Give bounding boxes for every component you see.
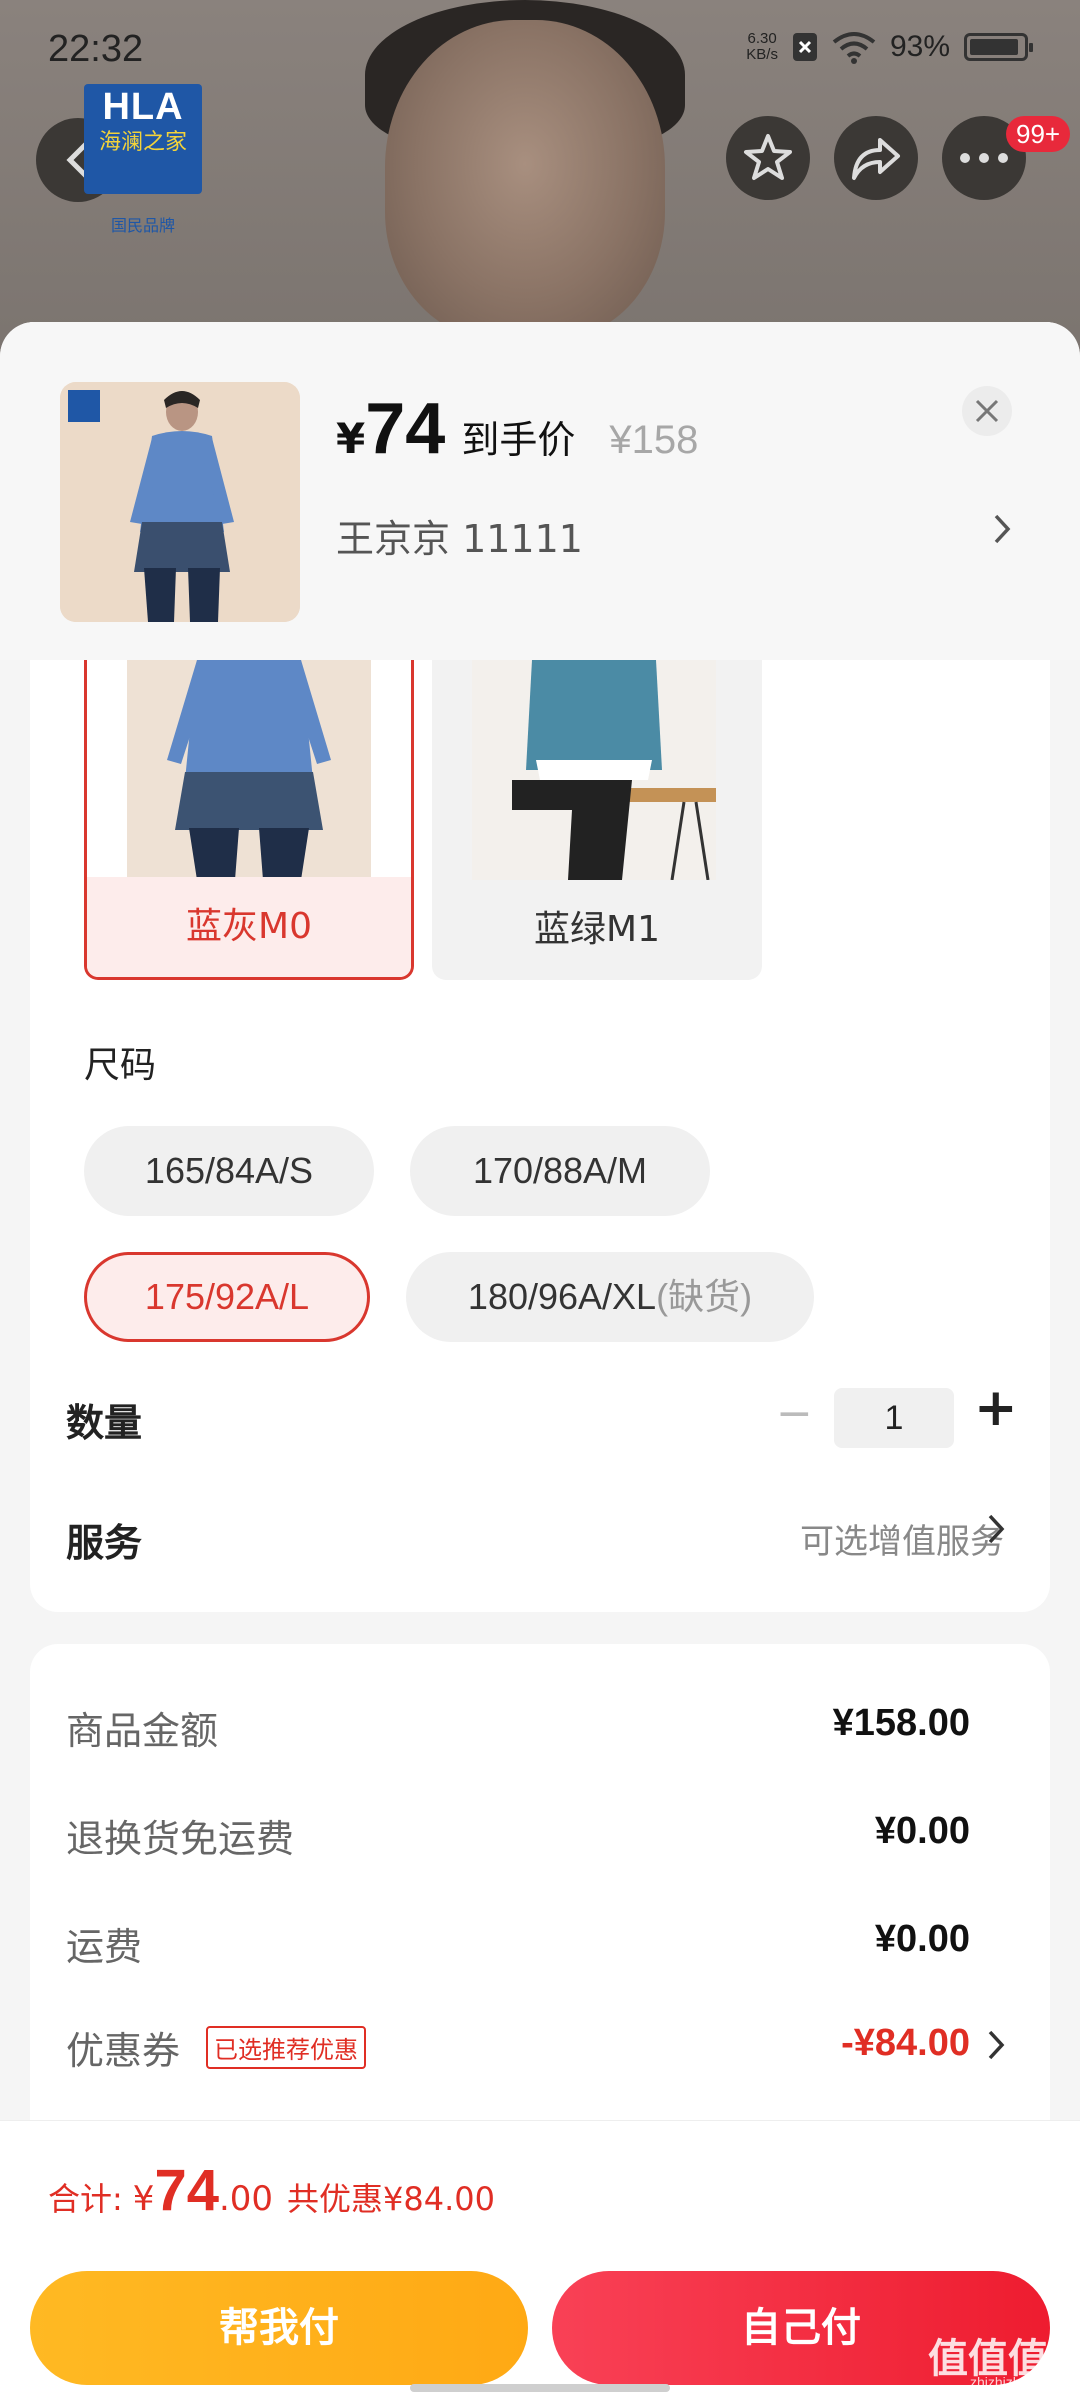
coupon-tag: 已选推荐优惠 [206,2026,366,2069]
service-label: 服务 [66,1521,143,1565]
status-time: 22:32 [48,28,144,70]
close-button[interactable] [962,386,1012,436]
price-row: ¥ 74 到手价 ¥158 [336,388,698,470]
model-figure-icon [60,382,300,622]
battery-fill [970,39,1018,55]
return-shipping-value: ¥0.00 [874,1810,970,1852]
battery-percent: 93% [889,30,950,63]
quantity-plus-button[interactable]: + [974,1378,1018,1438]
checkout-footer: 合计: ¥ 74 .00 共优惠¥84.00 帮我付 自己付 [0,2120,1080,2401]
brand-logo-subtitle: 国民品牌 [110,216,175,235]
favorite-button[interactable] [726,116,810,200]
total-saving: 共优惠¥84.00 [287,2180,496,2218]
color-option-image [127,660,371,880]
price-currency: ¥ [336,414,366,463]
return-shipping-label: 退换货免运费 [66,1817,295,1861]
price-value: 74 [365,389,446,469]
share-button[interactable] [834,116,918,200]
address-text[interactable]: 王京京 11111 [336,508,583,563]
wifi-icon [832,32,876,64]
help-pay-button[interactable]: 帮我付 [30,2271,528,2385]
out-of-stock-note: (缺货) [656,1276,753,1317]
goods-amount-label: 商品金额 [66,1709,219,1753]
network-speed: 6.30 KB/s [746,30,778,63]
shipping-value: ¥0.00 [874,1918,970,1960]
size-option-xl[interactable]: 180/96A/XL(缺货) [406,1252,814,1342]
sheet-header: ¥ 74 到手价 ¥158 王京京 11111 [0,322,1080,660]
more-badge: 99+ [1006,116,1071,152]
service-arrow-icon[interactable] [986,1510,1006,1556]
color-option-0[interactable]: 蓝灰M0 [84,660,414,980]
home-indicator[interactable] [410,2384,670,2392]
share-icon [852,138,900,180]
total-currency: ¥ [132,2179,155,2219]
size-option-s[interactable]: 165/84A/S [84,1126,374,1216]
color-option-label: 蓝绿M1 [534,909,660,950]
total-integer: 74 [154,2158,219,2223]
color-option-image [472,660,716,880]
close-icon [975,399,999,423]
size-option-l[interactable]: 175/92A/L [84,1252,370,1342]
quantity-input[interactable]: 1 [834,1388,954,1448]
status-icons: 6.30 KB/s 93% [746,30,1033,64]
address-arrow-icon[interactable] [992,510,1012,556]
service-value[interactable]: 可选增值服务 [800,1514,1004,1563]
size-section-title: 尺码 [84,1045,157,1086]
original-price: ¥158 [609,418,699,462]
size-option-xl-label: 180/96A/XL [467,1276,657,1317]
total-label: 合计: [48,2180,123,2218]
star-icon [744,134,792,180]
brand-logo: HLA 海澜之家 [84,84,202,194]
watermark-url: zhizhizhi.com [970,2374,1055,2390]
quantity-label: 数量 [66,1401,143,1445]
product-thumbnail[interactable] [60,382,300,622]
goods-amount-value: ¥158.00 [832,1702,970,1744]
color-option-1[interactable]: 蓝绿M1 [432,660,762,980]
total-row: 合计: ¥ 74 .00 共优惠¥84.00 [48,2157,495,2224]
coupon-value[interactable]: -¥84.00 [841,2022,970,2065]
shipping-label: 运费 [66,1925,143,1969]
color-option-label: 蓝灰M0 [87,877,411,977]
order-summary-card: 商品金额 ¥158.00 退换货免运费 ¥0.00 运费 ¥0.00 优惠券 已… [30,1644,1050,2164]
total-decimal: .00 [218,2179,274,2219]
coupon-label: 优惠券 [66,2029,181,2073]
battery-icon [964,33,1033,61]
more-dots-icon [960,153,1008,163]
sku-sheet: ¥ 74 到手价 ¥158 王京京 11111 蓝灰M0 蓝绿M1 尺码 165… [0,322,1080,2400]
coupon-tag-wrap: 已选推荐优惠 [206,2026,366,2069]
quantity-minus-button[interactable]: − [776,1388,813,1439]
notification-icon [792,33,817,61]
price-tag: 到手价 [461,418,576,462]
coupon-arrow-icon[interactable] [986,2028,1006,2066]
size-option-m[interactable]: 170/88A/M [410,1126,710,1216]
